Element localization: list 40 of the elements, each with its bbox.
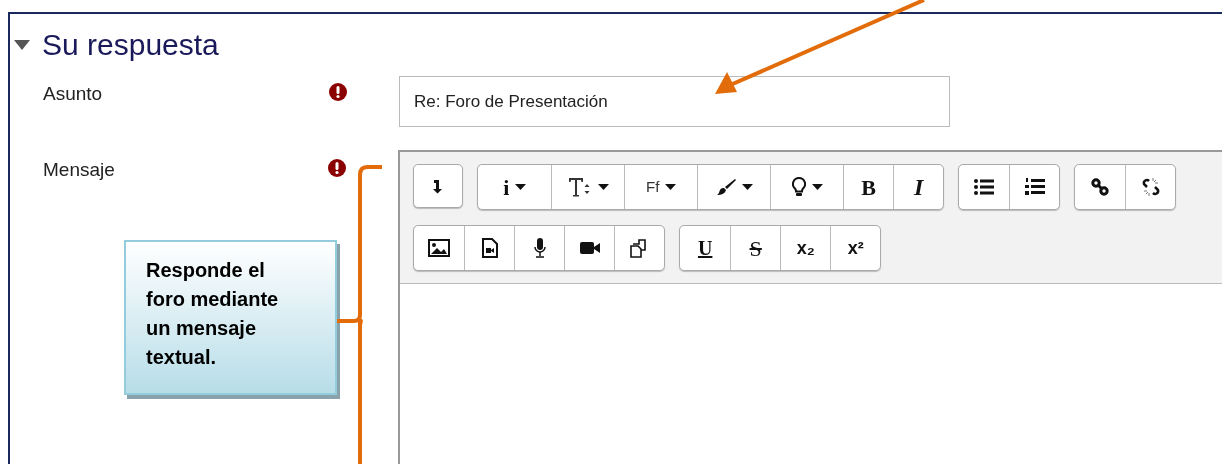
toolbar-button[interactable] (1075, 165, 1126, 209)
toolbar-button[interactable] (413, 164, 464, 208)
microphone-icon (532, 237, 547, 259)
link-icon (1091, 178, 1110, 196)
toolbar-button[interactable]: S (730, 226, 781, 270)
toolbar-button[interactable] (770, 165, 844, 209)
toolbar-button[interactable] (614, 226, 665, 270)
broken-link-icon (1140, 177, 1161, 197)
field-label: Mensaje (43, 159, 115, 180)
image-icon (428, 239, 451, 257)
toolbar-button[interactable] (414, 226, 465, 270)
toolbar-button[interactable]: i (478, 165, 552, 209)
toolbar-button[interactable] (959, 165, 1010, 209)
message-editor[interactable]: i Ff B I U S x₂ x² (398, 150, 1222, 464)
toolbar-button[interactable] (551, 165, 625, 209)
toolbar-button[interactable] (464, 226, 515, 270)
collapse-triangle-icon[interactable] (14, 40, 30, 50)
toolbar-button[interactable]: x² (830, 226, 881, 270)
paintbrush-icon (715, 178, 736, 196)
toolbar-button[interactable] (1125, 165, 1176, 209)
toolbar-button[interactable]: I (893, 165, 944, 209)
media-file-icon (481, 238, 498, 258)
arrow-down-icon (433, 178, 444, 194)
toolbar-button[interactable] (1009, 165, 1060, 209)
toolbar-button[interactable] (564, 226, 615, 270)
font-size-icon (567, 176, 592, 198)
toolbar-button[interactable] (697, 165, 771, 209)
toolbar-button[interactable]: U (680, 226, 731, 270)
subject-input[interactable]: Re: Foro de Presentación (399, 76, 950, 127)
toolbar-button[interactable]: Ff (624, 165, 698, 209)
toolbar-button[interactable]: x₂ (780, 226, 831, 270)
toolbar-button[interactable] (514, 226, 565, 270)
toolbar-button[interactable]: B (843, 165, 894, 209)
field-label: Asunto (43, 82, 103, 106)
video-camera-icon (578, 240, 601, 256)
numbered-list-icon (1024, 178, 1045, 196)
bullet-list-icon (974, 179, 995, 195)
lightbulb-icon (791, 177, 806, 197)
callout-text: Responde el foro mediante un mensaje textual. (146, 258, 280, 370)
section-title: Su respuesta (42, 30, 219, 60)
